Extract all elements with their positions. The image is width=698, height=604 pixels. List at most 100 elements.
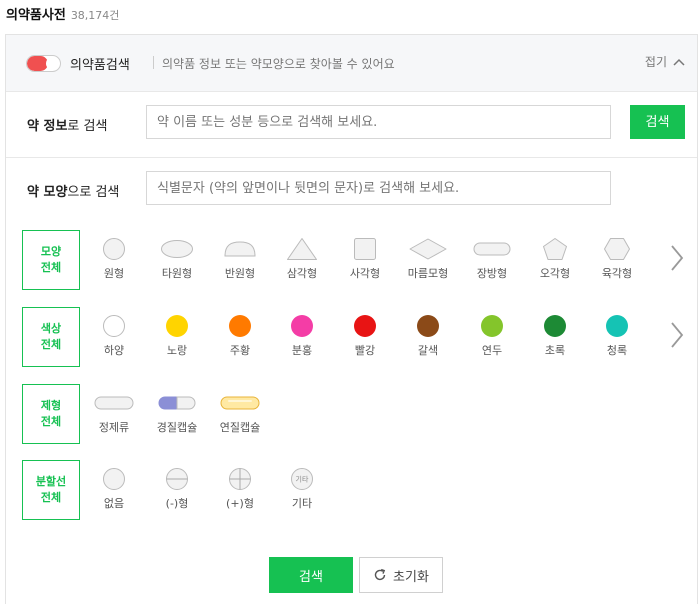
ellipse-shape-icon bbox=[161, 240, 193, 258]
search-toggle[interactable] bbox=[26, 55, 61, 72]
category-line2: 전체 bbox=[40, 338, 62, 351]
shape-option-oblong[interactable]: 장방형 bbox=[461, 230, 523, 290]
form-option-label: 정제류 bbox=[98, 421, 130, 434]
shape-search-row: 약 모양으로 검색 bbox=[6, 158, 697, 224]
color-option[interactable]: 갈색 bbox=[397, 307, 459, 367]
hexagon-shape-icon bbox=[604, 238, 630, 260]
minus-line-icon bbox=[166, 468, 188, 490]
shape-option-label: 타원형 bbox=[161, 267, 193, 280]
category-line2: 전체 bbox=[40, 491, 62, 504]
line-option-label: (+)형 bbox=[226, 497, 254, 510]
category-line2: 전체 bbox=[40, 261, 62, 274]
rhombus-shape-icon bbox=[409, 238, 447, 260]
color-swatch bbox=[354, 315, 376, 337]
color-option[interactable]: 청록 bbox=[586, 307, 648, 367]
color-all-button[interactable]: 색상 전체 bbox=[22, 307, 80, 367]
imprint-search-input[interactable] bbox=[146, 171, 611, 205]
form-option-soft-capsule[interactable]: 연질캡슐 bbox=[209, 384, 271, 444]
shape-option-square[interactable]: 사각형 bbox=[334, 230, 396, 290]
color-option-label: 갈색 bbox=[417, 344, 439, 357]
color-option[interactable]: 주황 bbox=[209, 307, 271, 367]
refresh-icon bbox=[374, 568, 386, 581]
chevron-right-icon[interactable] bbox=[670, 244, 684, 272]
shape-option-semicircle[interactable]: 반원형 bbox=[209, 230, 271, 290]
color-option[interactable]: 노랑 bbox=[146, 307, 208, 367]
shape-option-ellipse[interactable]: 타원형 bbox=[146, 230, 208, 290]
line-option-plus[interactable]: (+)형 bbox=[209, 460, 271, 520]
shape-all-button[interactable]: 모양 전체 bbox=[22, 230, 80, 290]
search-button[interactable]: 검색 bbox=[269, 557, 353, 593]
reset-button[interactable]: 초기화 bbox=[359, 557, 443, 593]
shape-option-hexagon[interactable]: 육각형 bbox=[586, 230, 648, 290]
line-option-label: (-)형 bbox=[165, 497, 189, 510]
other-icon-text: 기타 bbox=[296, 475, 309, 484]
line-option-other[interactable]: 기타 기타 bbox=[271, 460, 333, 520]
collapse-label: 접기 bbox=[644, 55, 667, 69]
form-option-label: 경질캡슐 bbox=[156, 421, 198, 434]
line-option-label: 기타 bbox=[291, 497, 313, 510]
form-option-tablet[interactable]: 정제류 bbox=[83, 384, 145, 444]
result-count: 38,174건 bbox=[70, 9, 120, 22]
category-line1: 색상 bbox=[40, 322, 62, 335]
color-option[interactable]: 하양 bbox=[83, 307, 145, 367]
header-divider bbox=[153, 56, 154, 69]
reset-label: 초기화 bbox=[393, 569, 429, 585]
color-option-label: 주황 bbox=[229, 344, 251, 357]
info-search-button[interactable]: 검색 bbox=[630, 105, 685, 139]
line-option-none[interactable]: 없음 bbox=[83, 460, 145, 520]
panel-title: 의약품검색 bbox=[70, 58, 130, 73]
color-swatch bbox=[103, 315, 125, 337]
color-option[interactable]: 분홍 bbox=[271, 307, 333, 367]
color-swatch bbox=[229, 315, 251, 337]
color-option-label: 연두 bbox=[481, 344, 503, 357]
panel-description: 의약품 정보 또는 약모양으로 찾아볼 수 있어요 bbox=[162, 57, 395, 71]
category-line1: 제형 bbox=[40, 399, 62, 412]
pentagon-shape-icon bbox=[543, 238, 567, 260]
shape-option-triangle[interactable]: 삼각형 bbox=[271, 230, 333, 290]
form-option-hard-capsule[interactable]: 경질캡슐 bbox=[146, 384, 208, 444]
color-option-label: 빨강 bbox=[354, 344, 376, 357]
color-swatch bbox=[544, 315, 566, 337]
info-search-row: 약 정보로 검색 검색 bbox=[6, 92, 697, 158]
semicircle-shape-icon bbox=[224, 241, 256, 257]
line-option-minus[interactable]: (-)형 bbox=[146, 460, 208, 520]
color-swatch bbox=[481, 315, 503, 337]
tablet-icon bbox=[94, 396, 134, 410]
color-option-label: 분홍 bbox=[291, 344, 313, 357]
color-swatch bbox=[417, 315, 439, 337]
color-swatch bbox=[606, 315, 628, 337]
form-filter: 제형 전체 정제류 경질캡슐 연질캡슐 bbox=[6, 384, 697, 448]
shape-option-rhombus[interactable]: 마름모형 bbox=[397, 230, 459, 290]
chevron-up-icon bbox=[673, 58, 685, 66]
form-option-label: 연질캡슐 bbox=[219, 421, 261, 434]
split-line-all-button[interactable]: 분할선 전체 bbox=[22, 460, 80, 520]
chevron-right-icon[interactable] bbox=[670, 321, 684, 349]
color-option[interactable]: 빨강 bbox=[334, 307, 396, 367]
shape-option-label: 원형 bbox=[103, 267, 125, 280]
color-option[interactable]: 연두 bbox=[461, 307, 523, 367]
form-all-button[interactable]: 제형 전체 bbox=[22, 384, 80, 444]
action-bar: 검색 초기화 bbox=[6, 557, 697, 593]
color-option-label: 하양 bbox=[103, 344, 125, 357]
no-line-icon bbox=[103, 468, 125, 490]
page-title: 의약품사전 bbox=[6, 8, 66, 23]
shape-filter: 모양 전체 원형 타원형 반원형 삼각형 사각형 마름모형 장방형 오각형 육각… bbox=[6, 230, 697, 294]
color-filter: 색상 전체 하양 노랑 주황 분홍 빨강 갈색 연두 초록 청록 bbox=[6, 307, 697, 371]
soft-capsule-icon bbox=[220, 396, 260, 410]
color-option[interactable]: 초록 bbox=[524, 307, 586, 367]
oblong-shape-icon bbox=[473, 242, 511, 256]
square-shape-icon bbox=[354, 238, 376, 260]
shape-option-label: 육각형 bbox=[601, 267, 633, 280]
toggle-fill bbox=[27, 56, 48, 71]
color-option-label: 초록 bbox=[544, 344, 566, 357]
category-line1: 모양 bbox=[40, 245, 62, 258]
info-search-input[interactable] bbox=[146, 105, 611, 139]
shape-option-pentagon[interactable]: 오각형 bbox=[524, 230, 586, 290]
shape-option-label: 사각형 bbox=[349, 267, 381, 280]
color-swatch bbox=[291, 315, 313, 337]
category-line1: 분할선 bbox=[35, 475, 67, 488]
shape-option-circle[interactable]: 원형 bbox=[83, 230, 145, 290]
triangle-shape-icon bbox=[287, 238, 317, 260]
toggle-knob bbox=[46, 57, 59, 70]
collapse-button[interactable]: 접기 bbox=[645, 53, 685, 70]
